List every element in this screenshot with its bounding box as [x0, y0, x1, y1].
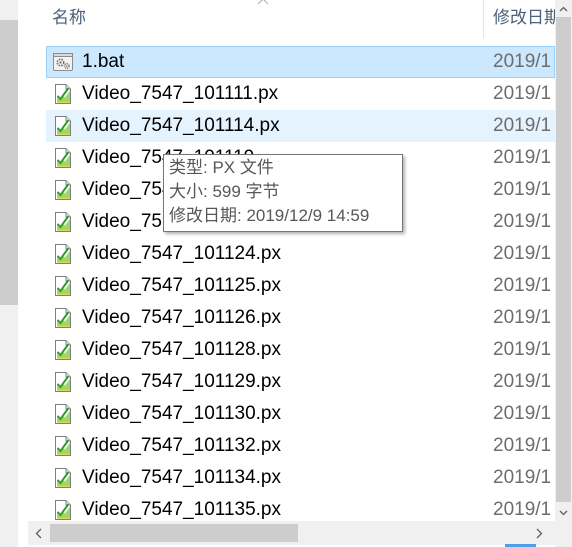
tooltip-size-line: 大小: 599 字节 [169, 182, 280, 201]
scrollbar-corner [555, 521, 572, 547]
bat-file-icon [52, 51, 74, 73]
tooltip-date-line: 修改日期: 2019/12/9 14:59 [169, 206, 370, 225]
file-name: Video_7547_101129.px [82, 371, 281, 392]
file-name: Video_7547_101124.px [82, 243, 281, 264]
px-file-icon [52, 115, 74, 137]
px-file-icon [52, 339, 74, 361]
px-file-icon [52, 83, 74, 105]
file-date-modified: 2019/1 [493, 499, 552, 520]
file-name: Video_7547_101135.px [82, 499, 281, 520]
px-file-icon [52, 435, 74, 457]
file-name: Video_7547_101111.px [82, 83, 279, 104]
px-file-icon [52, 499, 74, 521]
file-name: 1.bat [82, 51, 125, 72]
file-name: Video_754 [82, 179, 173, 200]
chevron-up-icon [559, 6, 568, 12]
px-file-icon [52, 371, 74, 393]
px-file-icon [52, 467, 74, 489]
file-date-modified: 2019/1 [493, 51, 552, 72]
horizontal-scrollbar-thumb[interactable] [50, 524, 298, 542]
file-row[interactable]: Video_7547_101128.px 2019/1 [46, 334, 555, 366]
horizontal-scrollbar[interactable] [28, 521, 555, 545]
file-row[interactable]: Video_7547_101135.px 2019/1 [46, 494, 555, 521]
px-file-icon [52, 179, 74, 201]
file-row[interactable]: Video_7547_101124.px 2019/1 [46, 238, 555, 270]
file-name: Video_7547_101126.px [82, 307, 281, 328]
file-row[interactable]: Video_7547_101114.px 2019/1 [46, 110, 555, 142]
px-file-icon [52, 147, 74, 169]
file-date-modified: 2019/1 [493, 115, 552, 136]
file-row[interactable]: Video_7547_101132.px 2019/1 [46, 430, 555, 462]
file-name: Video_7547_101114.px [82, 115, 280, 136]
file-date-modified: 2019/1 [493, 371, 552, 392]
chevron-right-icon [536, 528, 543, 539]
file-row[interactable]: Video_7547_101125.px 2019/1 [46, 270, 555, 302]
file-date-modified: 2019/1 [493, 147, 552, 168]
file-date-modified: 2019/1 [493, 307, 552, 328]
file-list: 1.bat 2019/1 Video_7547_101111.px 2019/1 Vid… [0, 0, 555, 521]
file-name: Video_75 [82, 211, 162, 232]
chevron-down-icon [559, 510, 568, 516]
vertical-scrollbar-thumb[interactable] [556, 17, 571, 502]
px-file-icon [52, 243, 74, 265]
file-name: Video_7547_101130.px [82, 403, 281, 424]
scroll-up-button[interactable] [555, 0, 572, 17]
file-date-modified: 2019/1 [493, 179, 552, 200]
file-row[interactable]: Video_7547_101134.px 2019/1 [46, 462, 555, 494]
file-date-modified: 2019/1 [493, 467, 552, 488]
chevron-left-icon [35, 528, 42, 539]
file-name: Video_7547_101125.px [82, 275, 281, 296]
px-file-icon [52, 403, 74, 425]
file-row[interactable]: Video_7547_101129.px 2019/1 [46, 366, 555, 398]
scroll-left-button[interactable] [28, 521, 48, 545]
file-row[interactable]: Video_7547_101111.px 2019/1 [46, 78, 555, 110]
file-date-modified: 2019/1 [493, 275, 552, 296]
file-date-modified: 2019/1 [493, 243, 552, 264]
file-date-modified: 2019/1 [493, 403, 552, 424]
px-file-icon [52, 307, 74, 329]
file-name: Video_7547_101128.px [82, 339, 281, 360]
scroll-down-button[interactable] [555, 504, 572, 521]
file-row[interactable]: Video_7547_101126.px 2019/1 [46, 302, 555, 334]
file-date-modified: 2019/1 [493, 211, 552, 232]
scroll-right-button[interactable] [528, 521, 550, 545]
px-file-icon [52, 211, 74, 233]
file-name: Video_7547_101132.px [82, 435, 281, 456]
file-row[interactable]: Video_7547_101130.px 2019/1 [46, 398, 555, 430]
file-row[interactable]: 1.bat 2019/1 [46, 46, 555, 78]
file-name: Video_7547_101134.px [82, 467, 281, 488]
tooltip-type-line: 类型: PX 文件 [169, 158, 274, 177]
px-file-icon [52, 275, 74, 297]
file-info-tooltip: 类型: PX 文件 大小: 599 字节 修改日期: 2019/12/9 14:… [163, 154, 403, 232]
file-date-modified: 2019/1 [493, 339, 552, 360]
vertical-scrollbar[interactable] [555, 0, 572, 521]
file-date-modified: 2019/1 [493, 83, 552, 104]
file-date-modified: 2019/1 [493, 435, 552, 456]
